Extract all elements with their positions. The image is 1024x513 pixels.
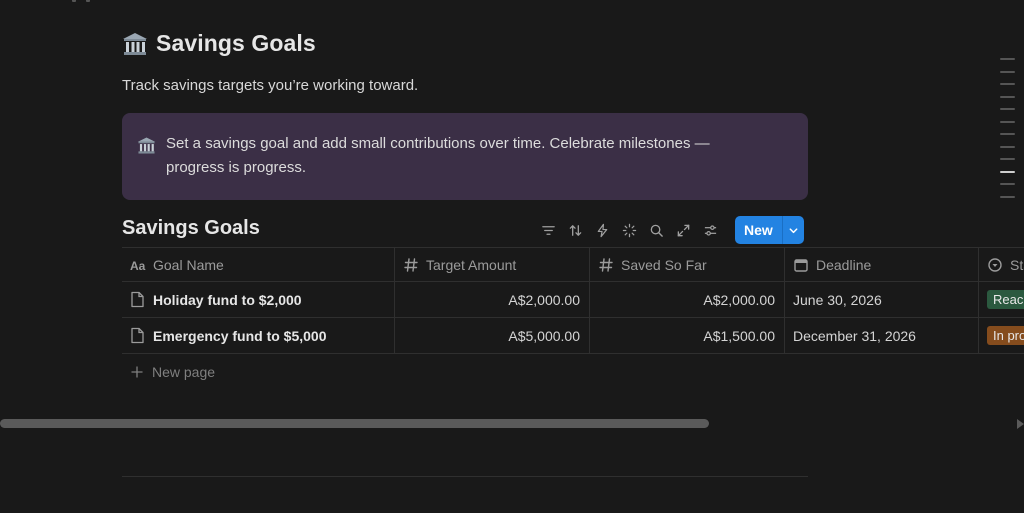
toc-line[interactable]	[1000, 95, 1015, 98]
table-row[interactable]: Emergency fund to $5,000 A$5,000.00 A$1,…	[122, 318, 1024, 354]
notion-page: Savings Goals Track savings targets you’…	[0, 0, 1024, 513]
hash-icon	[599, 257, 613, 272]
table-row[interactable]: Holiday fund to $2,000 A$2,000.00 A$2,00…	[122, 282, 1024, 318]
hash-icon	[404, 257, 418, 272]
new-options-button[interactable]	[781, 216, 804, 244]
page-description[interactable]: Track savings targets you’re working tow…	[122, 77, 418, 94]
new-button-group: New	[735, 216, 804, 244]
sort-icon[interactable]	[562, 218, 589, 242]
table-of-contents-minimap[interactable]	[1000, 58, 1015, 198]
toc-line[interactable]	[1000, 195, 1015, 198]
plus-icon	[131, 366, 143, 378]
database-toolbar: New	[535, 216, 804, 244]
settings-sliders-icon[interactable]	[697, 218, 724, 242]
divider	[122, 476, 808, 477]
status-cell[interactable]: In pro	[979, 318, 1024, 353]
automation-icon[interactable]	[589, 218, 616, 242]
toc-line[interactable]	[1000, 83, 1015, 85]
database-title[interactable]: Savings Goals	[122, 217, 260, 240]
column-header-deadline[interactable]: Deadline	[785, 248, 979, 281]
chevron-down-icon	[789, 227, 798, 233]
status-cell[interactable]: Reach	[979, 282, 1024, 317]
page-doc-icon	[131, 327, 144, 344]
toc-line[interactable]	[1000, 70, 1015, 73]
target-amount-cell[interactable]: A$2,000.00	[395, 282, 590, 317]
column-label: Deadline	[816, 256, 872, 273]
column-label: Target Amount	[426, 256, 517, 273]
svg-text:Aa: Aa	[130, 259, 146, 273]
search-icon[interactable]	[643, 218, 670, 242]
top-bar-fragment	[72, 0, 90, 2]
callout-text[interactable]: Set a savings goal and add small contrib…	[166, 132, 756, 180]
deadline-cell[interactable]: June 30, 2026	[785, 282, 979, 317]
bank-icon[interactable]	[137, 136, 156, 155]
status-badge: Reach	[987, 290, 1024, 309]
toc-line[interactable]	[1000, 133, 1015, 135]
status-circle-icon	[988, 257, 1002, 272]
deadline-cell[interactable]: December 31, 2026	[785, 318, 979, 353]
column-label: Sta	[1010, 256, 1024, 273]
new-button[interactable]: New	[735, 216, 782, 244]
toc-line[interactable]	[1000, 145, 1015, 148]
column-header-goal-name[interactable]: Aa Goal Name	[122, 248, 395, 281]
bank-icon[interactable]	[122, 31, 148, 57]
column-header-target-amount[interactable]: Target Amount	[395, 248, 590, 281]
toc-line[interactable]	[1000, 120, 1015, 123]
new-page-label: New page	[152, 364, 216, 380]
column-header-saved-so-far[interactable]: Saved So Far	[590, 248, 785, 281]
ai-sparkle-icon[interactable]	[616, 218, 643, 242]
toc-line[interactable]	[1000, 58, 1015, 60]
column-label: Goal Name	[153, 256, 224, 273]
callout-block[interactable]: Set a savings goal and add small contrib…	[122, 113, 808, 200]
goal-name: Holiday fund to $2,000	[153, 291, 302, 308]
page-title[interactable]: Savings Goals	[156, 30, 316, 57]
new-page-button[interactable]: New page	[131, 364, 215, 380]
page-header: Savings Goals	[122, 30, 316, 57]
database-table: Aa Goal Name Target Amount Saved So Far …	[122, 247, 1024, 354]
calendar-icon	[794, 258, 808, 272]
filter-icon[interactable]	[535, 218, 562, 242]
goal-name: Emergency fund to $5,000	[153, 327, 327, 344]
column-label: Saved So Far	[621, 256, 707, 273]
scroll-right-arrow-icon[interactable]	[1017, 419, 1024, 429]
target-amount-cell[interactable]: A$5,000.00	[395, 318, 590, 353]
goal-name-cell[interactable]: Holiday fund to $2,000	[122, 282, 395, 317]
text-aa-icon: Aa	[130, 259, 146, 273]
column-header-status[interactable]: Sta	[979, 248, 1024, 281]
table-header-row: Aa Goal Name Target Amount Saved So Far …	[122, 247, 1024, 282]
saved-so-far-cell[interactable]: A$1,500.00	[590, 318, 785, 353]
toc-line[interactable]	[1000, 108, 1015, 110]
expand-icon[interactable]	[670, 218, 697, 242]
horizontal-scrollbar[interactable]	[0, 419, 709, 428]
goal-name-cell[interactable]: Emergency fund to $5,000	[122, 318, 395, 353]
toc-line[interactable]	[1000, 158, 1015, 160]
saved-so-far-cell[interactable]: A$2,000.00	[590, 282, 785, 317]
toc-line[interactable]	[1000, 183, 1015, 185]
toc-line-active[interactable]	[1000, 170, 1015, 173]
status-badge: In pro	[987, 326, 1024, 345]
page-doc-icon	[131, 291, 144, 308]
